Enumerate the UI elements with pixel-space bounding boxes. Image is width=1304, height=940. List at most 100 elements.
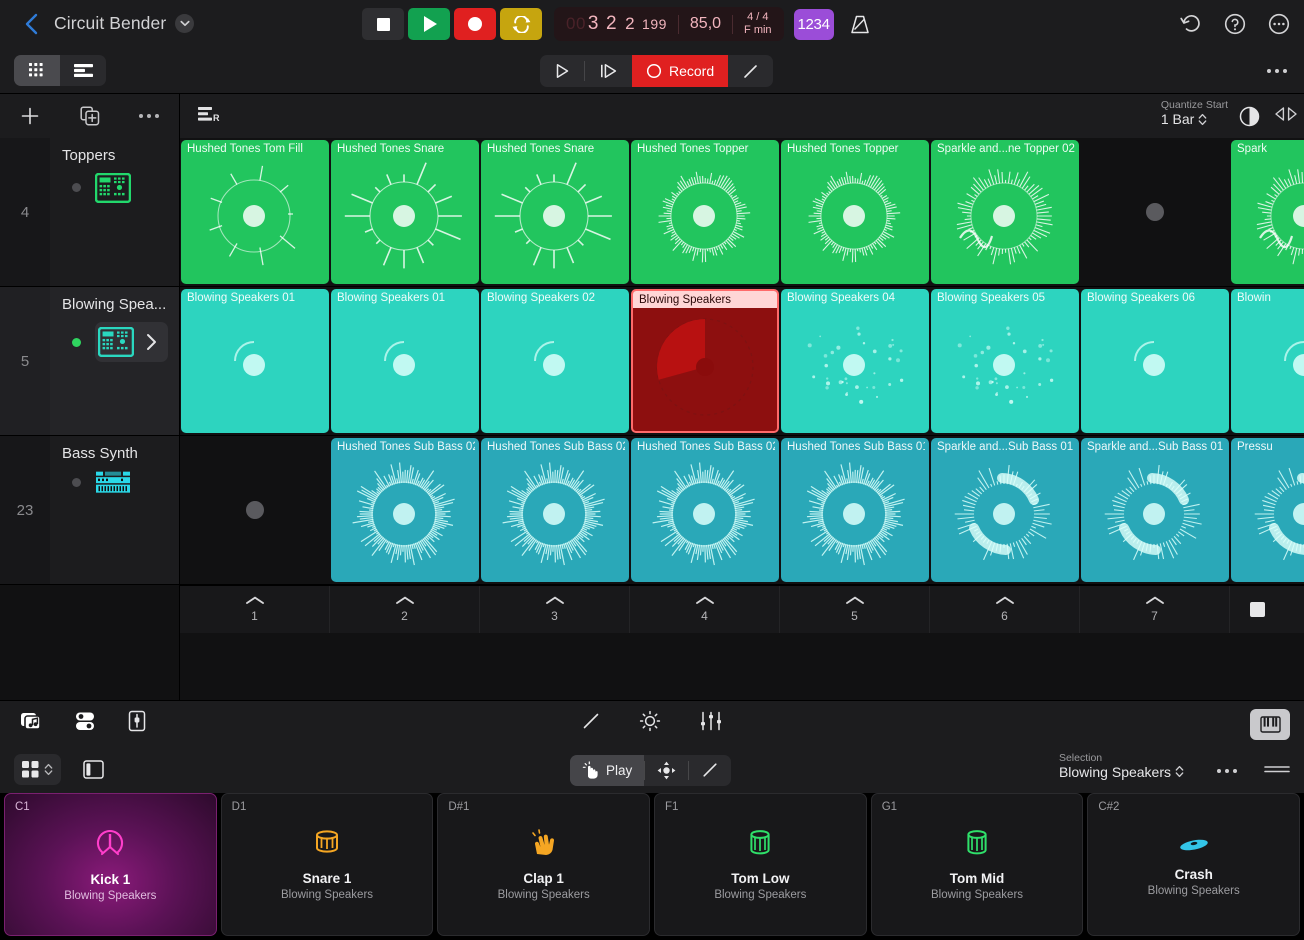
session-cell[interactable]: Blowing Speakers 02 xyxy=(480,287,630,435)
stop-button[interactable] xyxy=(362,8,404,40)
keyboard-icon[interactable] xyxy=(1250,708,1290,740)
session-cell[interactable]: Hushed Tones Topper xyxy=(780,138,930,286)
session-cell[interactable]: Pressu xyxy=(1230,436,1304,584)
drum-pad[interactable]: D1 Snare 1 Blowing Speakers xyxy=(220,792,434,936)
session-cell[interactable] xyxy=(180,436,330,584)
record-enable-dot[interactable] xyxy=(72,183,81,193)
play-outline-icon[interactable] xyxy=(540,55,584,87)
chevron-down-icon[interactable] xyxy=(175,14,195,33)
record-enable-dot[interactable] xyxy=(72,477,81,487)
back-icon[interactable] xyxy=(14,13,48,35)
faders-icon[interactable] xyxy=(699,711,723,736)
session-cell[interactable]: Hushed Tones Snare xyxy=(480,138,630,286)
record-button[interactable] xyxy=(454,8,496,40)
session-cell[interactable]: Blowin xyxy=(1230,287,1304,435)
mixer-r-icon[interactable]: R xyxy=(198,106,220,127)
scene-trigger[interactable]: 7 xyxy=(1080,586,1230,633)
drum-pad[interactable]: G1 Tom Mid Blowing Speakers xyxy=(870,792,1084,936)
side-panel-icon[interactable] xyxy=(83,760,104,779)
session-cell[interactable]: Hushed Tones Sub Bass 02 xyxy=(330,436,480,584)
pad-note: G1 xyxy=(881,800,898,813)
play-tool-button[interactable]: Play xyxy=(570,754,645,786)
session-cell[interactable]: Blowing Speakers 01 xyxy=(180,287,330,435)
session-cell[interactable]: Sparkle and...Sub Bass 01 xyxy=(1080,436,1230,584)
scene-trigger[interactable]: 1 xyxy=(180,586,330,633)
instrument-button[interactable] xyxy=(95,471,131,493)
record-button[interactable]: Record xyxy=(632,55,729,87)
help-icon[interactable] xyxy=(1224,13,1246,35)
scene-trigger[interactable]: 6 xyxy=(930,586,1080,633)
scene-trigger[interactable]: 4 xyxy=(630,586,780,633)
loop-browser-icon[interactable] xyxy=(20,711,44,736)
play-button[interactable] xyxy=(408,8,450,40)
plus-icon[interactable] xyxy=(0,106,60,126)
play-from-start-icon[interactable] xyxy=(585,55,632,87)
scene-number: 4 xyxy=(701,609,708,623)
more-icon[interactable] xyxy=(1216,761,1238,779)
session-cell[interactable]: Hushed Tones Tom Fill xyxy=(180,138,330,286)
lcd-division: 2 xyxy=(625,14,636,33)
more-icon[interactable] xyxy=(119,113,179,119)
more-icon[interactable] xyxy=(1266,68,1288,74)
drum-pad[interactable]: C#2 Crash Blowing Speakers xyxy=(1087,792,1301,936)
scene-trigger[interactable]: 3 xyxy=(480,586,630,633)
chevron-right-icon[interactable] xyxy=(134,325,168,359)
quantize-start-control[interactable]: Quantize Start 1 Bar xyxy=(1161,99,1228,127)
track-header[interactable]: 5 Blowing Spea... xyxy=(0,287,179,436)
session-cell[interactable]: Blowing Speakers 05 xyxy=(930,287,1080,435)
pad-grid-icon[interactable] xyxy=(14,754,61,785)
cell-label: Pressu xyxy=(1237,441,1273,453)
tracks-view-icon[interactable] xyxy=(60,55,106,86)
grid-view-icon[interactable] xyxy=(14,54,60,86)
more-icon[interactable] xyxy=(1268,13,1290,35)
count-in-button[interactable]: 1234 xyxy=(793,8,834,40)
sound-settings-icon[interactable] xyxy=(74,711,98,736)
session-cell[interactable]: Hushed Tones Topper xyxy=(630,138,780,286)
lcd-divider-2 xyxy=(732,14,734,34)
session-cell[interactable]: Blowing Speakers xyxy=(630,287,780,435)
session-cell[interactable]: Hushed Tones Sub Bass 02 xyxy=(630,436,780,584)
pencil-icon[interactable] xyxy=(728,55,773,87)
brightness-icon[interactable] xyxy=(639,710,661,737)
metronome-icon[interactable] xyxy=(843,9,877,40)
pencil-icon[interactable] xyxy=(689,755,731,786)
scene-trigger[interactable]: 2 xyxy=(330,586,480,633)
record-enable-dot[interactable] xyxy=(72,337,81,347)
track-header[interactable]: 23 Bass Synth xyxy=(0,436,179,585)
drum-pad[interactable]: F1 Tom Low Blowing Speakers xyxy=(654,792,867,936)
track-header[interactable]: 4 Toppers xyxy=(0,138,179,287)
undo-icon[interactable] xyxy=(1180,13,1202,34)
session-cell[interactable] xyxy=(1080,138,1230,286)
empty-cell-dot[interactable] xyxy=(1146,203,1164,221)
drum-pad[interactable]: C1 Kick 1 Blowing Speakers xyxy=(4,792,217,936)
drag-handle-icon[interactable] xyxy=(1264,761,1290,779)
pencil-icon[interactable] xyxy=(581,711,601,736)
session-cell[interactable]: Blowing Speakers 01 xyxy=(330,287,480,435)
lcd-position: 00 3 2 2 199 xyxy=(566,13,667,35)
session-cell[interactable]: Spark xyxy=(1230,138,1304,286)
session-cell[interactable]: Blowing Speakers 04 xyxy=(780,287,930,435)
duplicate-icon[interactable] xyxy=(60,106,120,126)
plugin-icon[interactable] xyxy=(128,710,146,737)
play-stop-arrows-icon[interactable] xyxy=(1274,106,1298,127)
empty-cell-dot[interactable] xyxy=(246,501,264,519)
instrument-button[interactable] xyxy=(95,173,131,203)
session-cell[interactable]: Hushed Tones Sub Bass 02 xyxy=(480,436,630,584)
quantize-pie-icon[interactable] xyxy=(1239,106,1260,132)
drum-pad[interactable]: D#1 Clap 1 Blowing Speakers xyxy=(437,792,651,936)
lcd-display[interactable]: 00 3 2 2 199 85,0 4 / 4 F min xyxy=(554,7,784,41)
session-cell[interactable]: Hushed Tones Snare xyxy=(330,138,480,286)
session-cell[interactable]: Sparkle and...Sub Bass 01 xyxy=(930,436,1080,584)
move-icon[interactable] xyxy=(645,755,688,786)
session-cell[interactable]: Blowing Speakers 06 xyxy=(1080,287,1230,435)
cycle-button[interactable] xyxy=(500,8,542,40)
scene-stop-all[interactable] xyxy=(1230,586,1285,633)
stop-all-button[interactable] xyxy=(1250,602,1265,617)
instrument-button[interactable] xyxy=(95,322,168,362)
selection-control[interactable]: Selection Blowing Speakers xyxy=(1059,752,1184,780)
scene-trigger[interactable]: 5 xyxy=(780,586,930,633)
logic-pro-session-view: Circuit Bender 00 3 2 2 199 85,0 4 / 4 F… xyxy=(0,0,1304,940)
pad-icon xyxy=(93,827,127,863)
session-cell[interactable]: Sparkle and...ne Topper 02 xyxy=(930,138,1080,286)
session-cell[interactable]: Hushed Tones Sub Bass 01 xyxy=(780,436,930,584)
